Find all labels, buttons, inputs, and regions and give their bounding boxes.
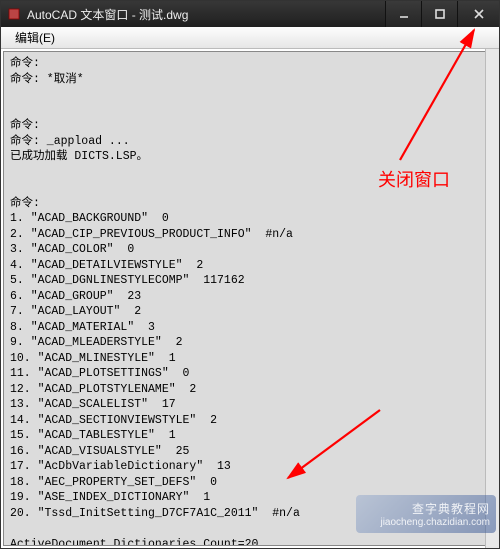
titlebar[interactable]: AutoCAD 文本窗口 - 测试.dwg [1,1,499,27]
vertical-scrollbar[interactable] [485,49,499,548]
maximize-button[interactable] [421,1,457,27]
menu-edit[interactable]: 编辑(E) [7,27,63,48]
terminal-output[interactable]: 命令: 命令: *取消* 命令: 命令: _appload ... 已成功加载 … [3,51,497,546]
window-buttons [385,1,499,27]
window-title: AutoCAD 文本窗口 - 测试.dwg [27,6,385,23]
menubar: 编辑(E) [1,27,499,49]
close-button[interactable] [457,1,499,27]
text-window: AutoCAD 文本窗口 - 测试.dwg 编辑(E) 命令: 命令: *取消*… [0,0,500,549]
minimize-button[interactable] [385,1,421,27]
app-icon [7,7,21,21]
